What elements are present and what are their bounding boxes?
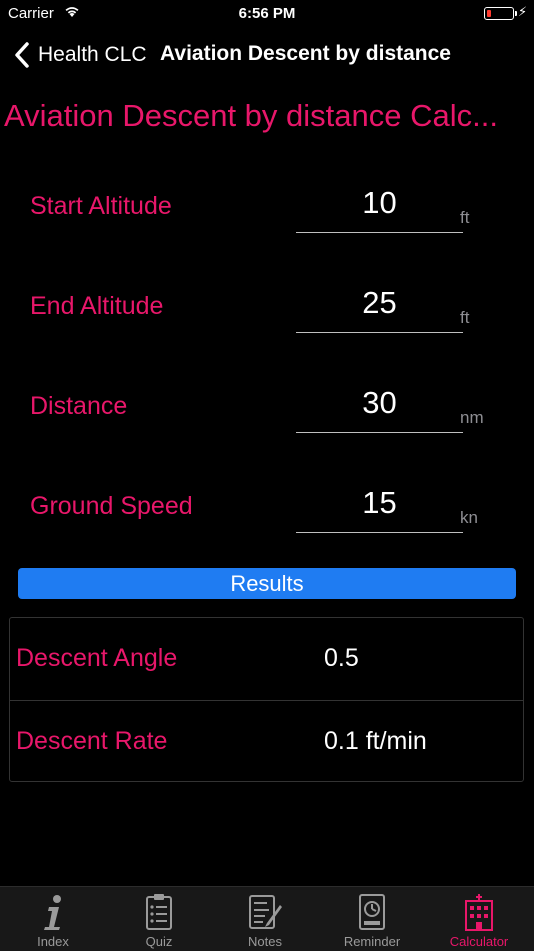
tab-index-label: Index xyxy=(37,934,69,949)
start-altitude-label: Start Altitude xyxy=(30,192,172,220)
distance-unit: nm xyxy=(460,408,484,427)
ground-speed-row: Ground Speed 15 kn xyxy=(0,472,534,552)
nav-title: Aviation Descent by distance xyxy=(160,42,451,65)
distance-row: Distance 30 nm xyxy=(0,372,534,452)
tab-reminder-label: Reminder xyxy=(343,934,401,949)
start-altitude-unit: ft xyxy=(460,208,470,227)
battery-icon xyxy=(484,7,517,20)
descent-rate-label: Descent Rate xyxy=(16,727,168,755)
descent-rate-row: Descent Rate 0.1 ft/min xyxy=(10,700,523,783)
clock-icon xyxy=(319,893,425,931)
start-altitude-row: Start Altitude 10 ft xyxy=(0,172,534,252)
clipboard-icon xyxy=(106,893,212,931)
end-altitude-input[interactable]: 25 xyxy=(296,272,463,333)
tab-calculator[interactable]: Calculator xyxy=(426,887,532,951)
tab-quiz-label: Quiz xyxy=(145,934,173,949)
hospital-icon xyxy=(426,893,532,931)
tab-bar: Index Quiz Notes Reminder Calculator xyxy=(0,886,534,951)
ground-speed-input[interactable]: 15 xyxy=(296,472,463,533)
tab-notes[interactable]: Notes xyxy=(212,887,318,951)
descent-angle-label: Descent Angle xyxy=(16,644,178,672)
descent-angle-value: 0.5 xyxy=(324,644,359,672)
ground-speed-unit: kn xyxy=(460,508,478,527)
tab-index[interactable]: Index xyxy=(0,887,106,951)
end-altitude-unit: ft xyxy=(460,308,470,327)
start-altitude-input[interactable]: 10 xyxy=(296,172,463,233)
tab-notes-label: Notes xyxy=(248,934,282,949)
end-altitude-row: End Altitude 25 ft xyxy=(0,272,534,352)
end-altitude-label: End Altitude xyxy=(30,292,164,320)
navigation-bar: Health CLC Aviation Descent by distance xyxy=(0,28,534,88)
distance-input[interactable]: 30 xyxy=(296,372,463,433)
notes-icon xyxy=(212,893,318,931)
distance-label: Distance xyxy=(30,392,128,420)
info-icon xyxy=(0,893,106,931)
tab-quiz[interactable]: Quiz xyxy=(106,887,212,951)
charging-icon: ⚡ xyxy=(518,4,528,19)
results-panel: Descent Angle 0.5 Descent Rate 0.1 ft/mi… xyxy=(9,617,524,782)
status-bar: Carrier 6:56 PM ⚡ xyxy=(0,0,534,28)
tab-reminder[interactable]: Reminder xyxy=(319,887,425,951)
back-button[interactable]: Health CLC xyxy=(14,38,147,72)
tab-calculator-label: Calculator xyxy=(449,934,509,949)
page-title: Aviation Descent by distance Calc... xyxy=(4,98,498,133)
descent-rate-value: 0.1 ft/min xyxy=(324,727,427,755)
results-button[interactable]: Results xyxy=(18,568,516,599)
back-label: Health CLC xyxy=(38,43,147,66)
ground-speed-label: Ground Speed xyxy=(30,492,193,520)
clock-time: 6:56 PM xyxy=(238,5,296,22)
descent-angle-row: Descent Angle 0.5 xyxy=(10,618,523,700)
chevron-left-icon xyxy=(15,42,29,68)
